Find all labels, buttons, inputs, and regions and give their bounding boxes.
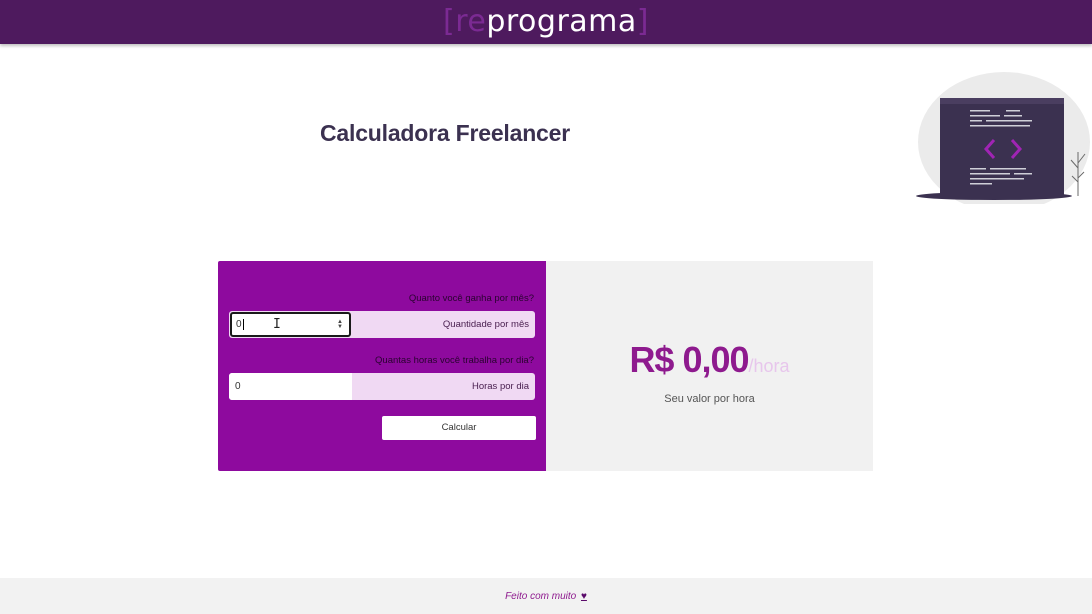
top-header: [ re programa ] (0, 0, 1092, 44)
heart-icon[interactable]: ♥ (581, 591, 587, 602)
result-amount: R$ 0,00 (629, 339, 749, 380)
hours-input-value: 0 (235, 381, 241, 392)
calculate-button[interactable]: Calcular (382, 416, 536, 440)
page-title: Calculadora Freelancer (320, 120, 570, 146)
result-caption: Seu valor por hora (664, 393, 755, 405)
brand-re: re (455, 4, 487, 39)
result-value: R$ 0,00/hora (546, 339, 873, 381)
hours-question-label: Quantas horas você trabalha por dia? (375, 355, 534, 366)
brand-bracket-open: [ (442, 4, 456, 39)
footer-text: Feito com muito (505, 591, 577, 602)
code-window-illustration (906, 68, 1092, 212)
hours-field-tag: Horas por dia (471, 381, 529, 392)
brand-bracket-close: ] (636, 4, 650, 39)
text-caret (242, 318, 244, 330)
page: [ re programa ] Calculadora Freelancer Q… (0, 0, 1092, 614)
code-window-icon (916, 72, 1090, 212)
result-unit: /hora (748, 356, 790, 376)
brand-programa: programa (486, 4, 637, 39)
spinner-arrows-icon[interactable]: ▲ ▼ (336, 319, 344, 331)
footer: Feito com muito ♥ (0, 578, 1092, 614)
income-field-tag: Quantidade por mês (442, 319, 529, 330)
income-input[interactable]: 0 I ▲ ▼ (230, 312, 351, 337)
result-panel: R$ 0,00/hora Seu valor por hora (546, 261, 873, 471)
text-cursor-icon: I (273, 317, 281, 332)
hours-input[interactable]: 0 (229, 373, 352, 400)
calculator-form: Quanto você ganha por mês? 0 I ▲ ▼ Quanti… (218, 261, 546, 471)
hours-field-row: 0 Horas por dia (229, 373, 535, 400)
income-input-value: 0 (236, 319, 242, 330)
income-field-row: 0 I ▲ ▼ Quantidade por mês (229, 311, 535, 338)
income-question-label: Quanto você ganha por mês? (408, 293, 534, 304)
brand-logo[interactable]: [ re programa ] (443, 0, 649, 44)
